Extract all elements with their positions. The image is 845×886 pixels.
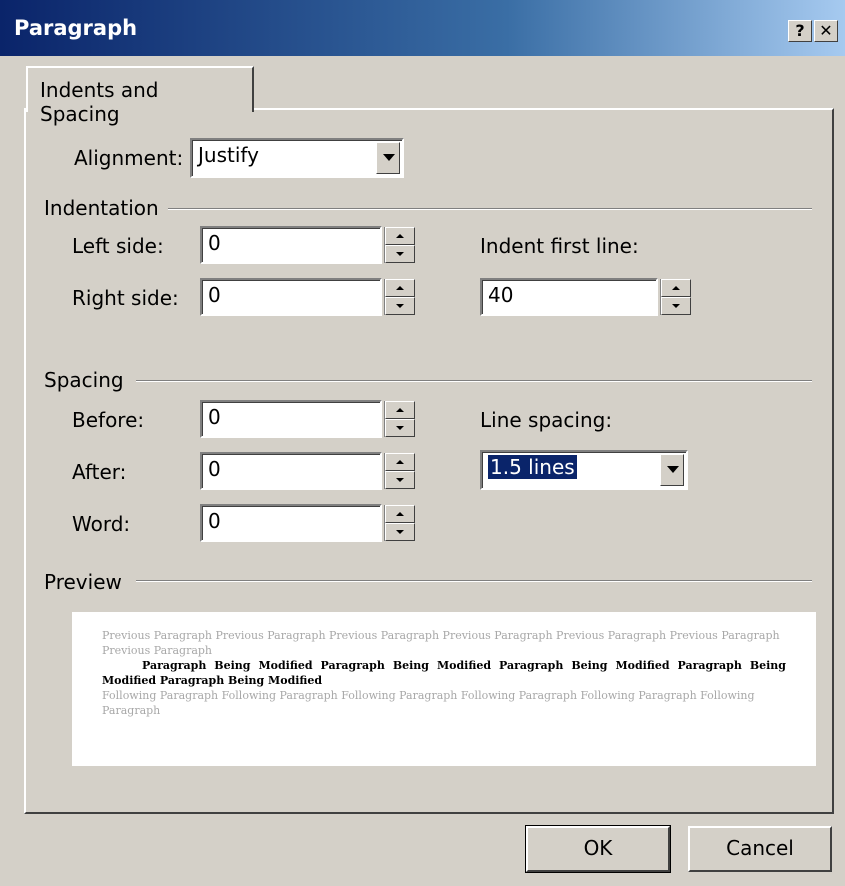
left-side-stepper[interactable]	[384, 227, 415, 263]
tab-indents-and-spacing[interactable]: Indents and Spacing	[26, 66, 254, 126]
left-side-input[interactable]: 0	[200, 226, 382, 264]
spin-up-icon[interactable]	[661, 279, 691, 297]
preview-following-paragraph: Following Paragraph Following Paragraph …	[102, 689, 755, 717]
spin-up-icon[interactable]	[385, 505, 415, 523]
preview-current-paragraph: Paragraph Being Modified Paragraph Being…	[102, 659, 786, 687]
preview-heading: Preview	[44, 570, 122, 594]
right-side-input[interactable]: 0	[200, 278, 382, 316]
spin-down-icon[interactable]	[385, 523, 415, 541]
before-stepper[interactable]	[384, 401, 415, 437]
word-input[interactable]: 0	[200, 504, 382, 542]
indent-first-line-label: Indent first line:	[480, 234, 639, 258]
line-spacing-value: 1.5 lines	[488, 455, 577, 479]
indentation-heading: Indentation	[44, 196, 159, 220]
preview-pane: Previous Paragraph Previous Paragraph Pr…	[72, 612, 816, 766]
chevron-down-icon[interactable]	[660, 454, 684, 486]
spin-down-icon[interactable]	[385, 419, 415, 437]
spin-up-icon[interactable]	[385, 453, 415, 471]
alignment-select[interactable]: Justify	[190, 138, 404, 178]
word-stepper[interactable]	[384, 505, 415, 541]
preview-previous-paragraph: Previous Paragraph Previous Paragraph Pr…	[102, 629, 780, 657]
right-side-stepper[interactable]	[384, 279, 415, 315]
indent-first-line-input[interactable]: 40	[480, 278, 658, 316]
spin-up-icon[interactable]	[385, 227, 415, 245]
window-title: Paragraph	[14, 16, 138, 40]
indentation-divider	[168, 208, 812, 210]
alignment-label: Alignment:	[74, 146, 184, 170]
after-label: After:	[72, 460, 127, 484]
close-button[interactable]: ✕	[814, 20, 838, 42]
title-bar: Paragraph ? ✕	[0, 0, 845, 56]
spin-up-icon[interactable]	[385, 401, 415, 419]
spacing-divider	[136, 380, 812, 382]
spin-up-icon[interactable]	[385, 279, 415, 297]
after-input[interactable]: 0	[200, 452, 382, 490]
preview-divider	[136, 580, 812, 582]
chevron-down-icon[interactable]	[376, 142, 400, 174]
word-label: Word:	[72, 512, 131, 536]
help-button[interactable]: ?	[788, 20, 812, 42]
spin-down-icon[interactable]	[385, 297, 415, 315]
alignment-value: Justify	[198, 143, 259, 167]
before-input[interactable]: 0	[200, 400, 382, 438]
right-side-label: Right side:	[72, 286, 179, 310]
ok-button[interactable]: OK	[525, 825, 671, 873]
spin-down-icon[interactable]	[385, 245, 415, 263]
line-spacing-label: Line spacing:	[480, 408, 613, 432]
spin-down-icon[interactable]	[661, 297, 691, 315]
spacing-heading: Spacing	[44, 368, 124, 392]
spin-down-icon[interactable]	[385, 471, 415, 489]
after-stepper[interactable]	[384, 453, 415, 489]
line-spacing-select[interactable]: 1.5 lines	[480, 450, 688, 490]
indent-first-line-stepper[interactable]	[660, 279, 691, 315]
cancel-button[interactable]: Cancel	[688, 826, 832, 872]
before-label: Before:	[72, 408, 145, 432]
left-side-label: Left side:	[72, 234, 164, 258]
